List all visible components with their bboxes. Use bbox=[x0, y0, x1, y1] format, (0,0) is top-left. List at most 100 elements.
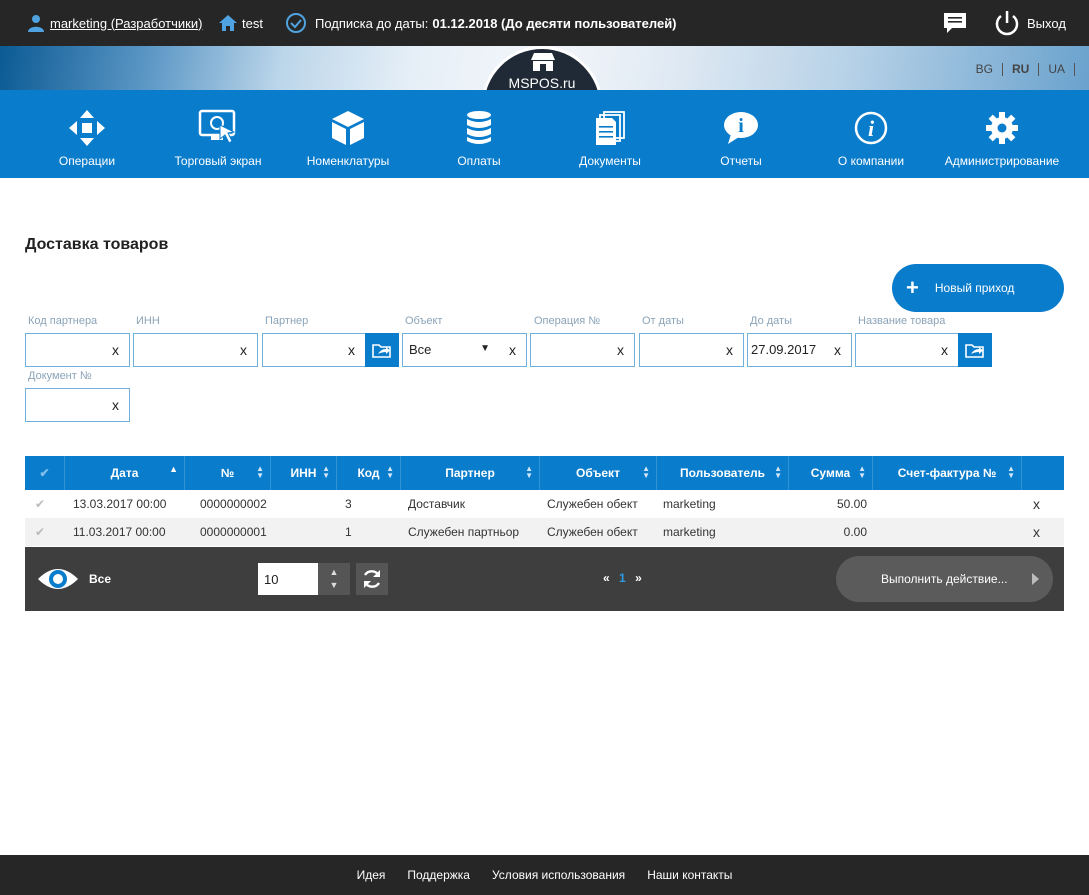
messages-button[interactable] bbox=[942, 0, 968, 46]
row-delete-icon[interactable]: x bbox=[1033, 518, 1040, 546]
nav-admin[interactable]: Администрирование bbox=[937, 90, 1067, 178]
page-size-input[interactable] bbox=[258, 563, 318, 595]
footer-link-support[interactable]: Поддержка bbox=[407, 868, 470, 882]
filter-label-operation-no: Операция № bbox=[534, 315, 601, 327]
view-toggle[interactable]: Все bbox=[37, 565, 111, 593]
filter-label-partner-code: Код партнера bbox=[28, 315, 98, 327]
nav-operations[interactable]: Операции bbox=[22, 90, 152, 178]
subscription-info: Подписка до даты: 01.12.2018 (До десяти … bbox=[285, 0, 677, 46]
user-menu[interactable]: marketing (Разработчики) bbox=[27, 0, 202, 46]
nav-documents[interactable]: Документы bbox=[545, 90, 675, 178]
column-code[interactable]: Код ▲ ▼ bbox=[337, 456, 401, 490]
row-number: 0000000002 bbox=[200, 497, 267, 511]
pagination-prev[interactable]: « bbox=[603, 571, 610, 585]
column-sum[interactable]: Сумма ▲ ▼ bbox=[789, 456, 873, 490]
filter-to-date-value: 27.09.2017 bbox=[751, 342, 817, 357]
footer-link-idea[interactable]: Идея bbox=[357, 868, 386, 882]
filter-operation-no[interactable]: x bbox=[530, 333, 635, 367]
power-icon bbox=[995, 11, 1019, 36]
nav-reports[interactable]: i Отчеты bbox=[676, 90, 806, 178]
column-invoice[interactable]: Счет-фактура № ▲ ▼ bbox=[873, 456, 1022, 490]
clear-icon[interactable]: x bbox=[617, 342, 624, 358]
nav-payments[interactable]: Оплаты bbox=[414, 90, 544, 178]
filter-product-name[interactable]: x bbox=[855, 333, 959, 367]
table-row[interactable]: ✔ 13.03.2017 00:00 0000000002 3 Доставчи… bbox=[25, 490, 1064, 518]
page-footer: Идея Поддержка Условия использования Наш… bbox=[0, 855, 1089, 895]
sort-icon: ▲ ▼ bbox=[1007, 464, 1015, 480]
home-link[interactable]: test bbox=[218, 0, 263, 46]
footer-link-terms[interactable]: Условия использования bbox=[492, 868, 625, 882]
row-date: 13.03.2017 00:00 bbox=[73, 497, 167, 511]
clear-icon[interactable]: x bbox=[509, 342, 516, 358]
row-sum: 50.00 bbox=[836, 497, 867, 511]
chevron-down-icon[interactable]: ▼ bbox=[330, 579, 339, 592]
row-number: 0000000001 bbox=[200, 525, 267, 539]
user-link[interactable]: marketing (Разработчики) bbox=[50, 16, 202, 31]
clear-icon[interactable]: x bbox=[834, 342, 841, 358]
page-size-stepper[interactable]: ▲ ▼ bbox=[318, 563, 350, 595]
column-date[interactable]: Дата ▲ bbox=[65, 456, 185, 490]
language-switcher: BG RU UA bbox=[967, 63, 1075, 76]
partner-picker-button[interactable] bbox=[365, 333, 399, 367]
nav-products[interactable]: Номенклатуры bbox=[283, 90, 413, 178]
row-check-icon[interactable]: ✔ bbox=[35, 518, 45, 546]
clear-icon[interactable]: x bbox=[348, 342, 355, 358]
clear-icon[interactable]: x bbox=[941, 342, 948, 358]
filter-inn[interactable]: x bbox=[133, 333, 258, 367]
pagination-current[interactable]: 1 bbox=[619, 571, 626, 585]
column-date-label: Дата bbox=[110, 466, 139, 480]
chevron-up-icon[interactable]: ▲ bbox=[330, 566, 339, 579]
column-user[interactable]: Пользователь ▲ ▼ bbox=[657, 456, 789, 490]
nav-trade-screen-label: Торговый экран bbox=[174, 154, 262, 168]
column-number[interactable]: № ▲ ▼ bbox=[185, 456, 271, 490]
chevron-down-icon[interactable]: ▼ bbox=[480, 343, 490, 354]
product-picker-button[interactable] bbox=[958, 333, 992, 367]
nav-about[interactable]: i О компании bbox=[806, 90, 936, 178]
clear-icon[interactable]: x bbox=[240, 342, 247, 358]
logout-button[interactable]: Выход bbox=[993, 0, 1066, 46]
sort-icon: ▲ ▼ bbox=[642, 464, 650, 480]
lang-ru[interactable]: RU bbox=[1003, 63, 1040, 76]
filter-document-no[interactable]: x bbox=[25, 388, 130, 422]
touch-screen-icon bbox=[198, 109, 236, 144]
database-stack-icon bbox=[467, 111, 491, 144]
filter-label-product-name: Название товара bbox=[858, 315, 946, 327]
filter-from-date[interactable]: x bbox=[639, 333, 744, 367]
refresh-button[interactable] bbox=[356, 563, 388, 595]
filter-label-object: Объект bbox=[405, 315, 443, 327]
clear-icon[interactable]: x bbox=[726, 342, 733, 358]
lang-ua[interactable]: UA bbox=[1039, 63, 1075, 76]
filter-object-select[interactable]: Все ▼ x bbox=[402, 333, 527, 367]
filter-to-date[interactable]: 27.09.2017 x bbox=[747, 333, 852, 367]
filter-label-to-date: До даты bbox=[750, 315, 792, 327]
filter-partner-code[interactable]: x bbox=[25, 333, 130, 367]
table-row[interactable]: ✔ 11.03.2017 00:00 0000000001 1 Служебен… bbox=[25, 518, 1064, 546]
nav-trade-screen[interactable]: Торговый экран bbox=[153, 90, 283, 178]
column-partner[interactable]: Партнер ▲ ▼ bbox=[401, 456, 540, 490]
filter-label-inn: ИНН bbox=[136, 315, 160, 327]
svg-text:i: i bbox=[738, 115, 744, 137]
filter-partner[interactable]: x bbox=[262, 333, 366, 367]
column-object[interactable]: Объект ▲ ▼ bbox=[540, 456, 657, 490]
pagination-next[interactable]: » bbox=[635, 571, 642, 585]
check-icon: ✔ bbox=[39, 466, 50, 480]
row-check-icon[interactable]: ✔ bbox=[35, 490, 45, 518]
subscription-prefix: Подписка до даты: bbox=[315, 15, 429, 31]
header-banner: MSPOS.ru BG RU UA bbox=[0, 46, 1089, 91]
footer-link-contacts[interactable]: Наши контакты bbox=[647, 868, 732, 882]
play-triangle-icon bbox=[1032, 573, 1039, 585]
row-delete-icon[interactable]: x bbox=[1033, 490, 1040, 518]
column-sum-label: Сумма bbox=[810, 466, 851, 480]
execute-action-button[interactable]: Выполнить действие... bbox=[836, 556, 1053, 602]
sort-icon: ▲ ▼ bbox=[322, 464, 330, 480]
clear-icon[interactable]: x bbox=[112, 342, 119, 358]
lang-bg[interactable]: BG bbox=[967, 63, 1003, 76]
column-inn[interactable]: ИНН ▲ ▼ bbox=[271, 456, 337, 490]
cube-icon bbox=[332, 111, 364, 145]
select-all-checkbox[interactable]: ✔ bbox=[25, 456, 65, 490]
logo[interactable]: MSPOS.ru bbox=[481, 46, 603, 91]
svg-text:i: i bbox=[868, 116, 875, 141]
new-receipt-button[interactable]: + Новый приход bbox=[892, 264, 1064, 312]
clear-icon[interactable]: x bbox=[112, 397, 119, 413]
table-footer: Все ▲ ▼ « 1 » Выполнить действие... bbox=[25, 547, 1064, 611]
